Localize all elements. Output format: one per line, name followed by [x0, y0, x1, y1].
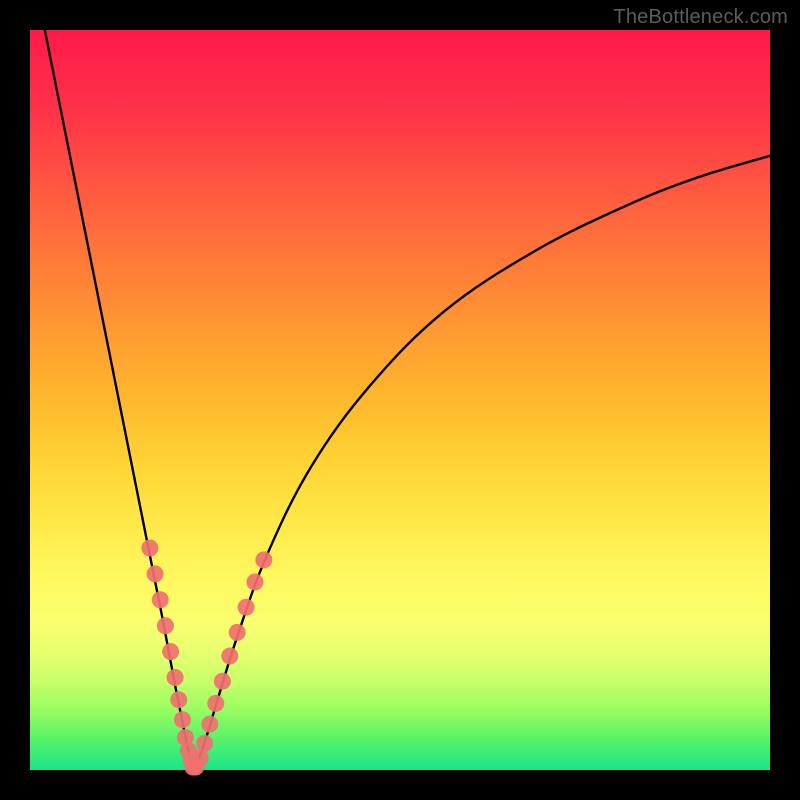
- highlight-dot: [207, 695, 224, 712]
- highlight-dot: [141, 540, 158, 557]
- highlight-dot: [167, 669, 184, 686]
- curve-group: [45, 30, 770, 770]
- highlight-dot: [174, 711, 191, 728]
- highlight-dot: [162, 643, 179, 660]
- highlight-dot: [192, 750, 209, 767]
- highlight-dot: [147, 565, 164, 582]
- highlight-dot: [201, 716, 218, 733]
- highlight-dot: [152, 591, 169, 608]
- bottleneck-curve: [45, 30, 770, 770]
- highlight-dot: [196, 735, 213, 752]
- highlight-dot: [157, 617, 174, 634]
- highlight-dot: [214, 673, 231, 690]
- highlight-dots-group: [141, 540, 272, 776]
- highlight-dot: [221, 648, 238, 665]
- highlight-dot: [238, 599, 255, 616]
- highlight-dot: [255, 551, 272, 568]
- highlight-dot: [229, 624, 246, 641]
- plot-svg: [0, 0, 800, 800]
- highlight-dot: [246, 574, 263, 591]
- highlight-dot: [170, 691, 187, 708]
